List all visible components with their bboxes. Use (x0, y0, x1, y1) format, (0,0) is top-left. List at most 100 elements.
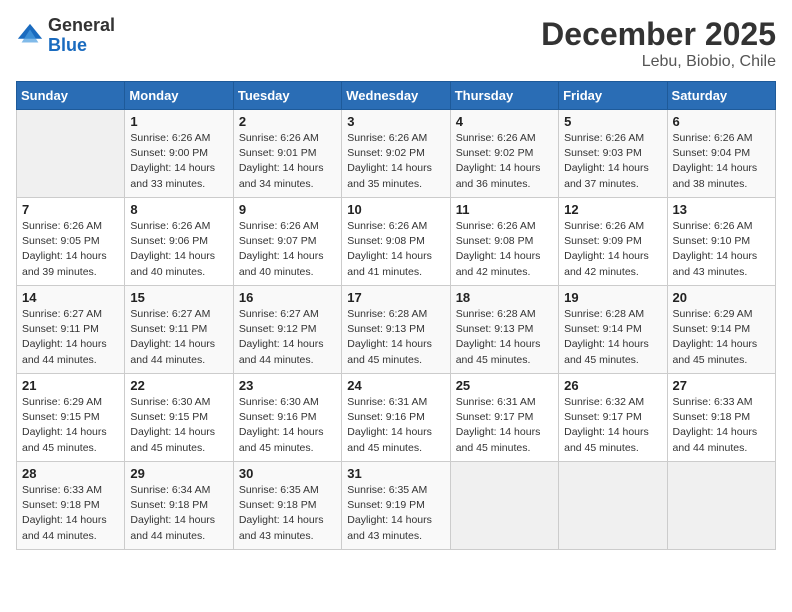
day-info: Sunrise: 6:31 AM Sunset: 9:16 PM Dayligh… (347, 395, 444, 456)
day-info: Sunrise: 6:27 AM Sunset: 9:12 PM Dayligh… (239, 307, 336, 368)
calendar-cell (667, 462, 775, 550)
day-number: 4 (456, 114, 553, 129)
calendar-cell: 19Sunrise: 6:28 AM Sunset: 9:14 PM Dayli… (559, 286, 667, 374)
day-info: Sunrise: 6:34 AM Sunset: 9:18 PM Dayligh… (130, 483, 227, 544)
day-number: 6 (673, 114, 770, 129)
calendar-week-row: 28 Sunrise: 6:33 AM Sunset: 9:18 PM Dayli… (17, 462, 776, 550)
day-header-friday: Friday (559, 82, 667, 110)
calendar-cell: 31 Sunrise: 6:35 AM Sunset: 9:19 PM Dayli… (342, 462, 450, 550)
day-info: Sunrise: 6:33 AM Sunset: 9:18 PM Dayligh… (22, 483, 119, 544)
day-info: Sunrise: 6:26 AM Sunset: 9:03 PM Dayligh… (564, 131, 661, 192)
day-info: Sunrise: 6:26 AM Sunset: 9:08 PM Dayligh… (347, 219, 444, 280)
calendar-cell: 17 Sunrise: 6:28 AM Sunset: 9:13 PM Dayli… (342, 286, 450, 374)
calendar-cell: 28 Sunrise: 6:33 AM Sunset: 9:18 PM Dayli… (17, 462, 125, 550)
day-info: Sunrise: 6:35 AM Sunset: 9:18 PM Dayligh… (239, 483, 336, 544)
day-info: Sunrise: 6:26 AM Sunset: 9:01 PM Dayligh… (239, 131, 336, 192)
calendar-cell: 22 Sunrise: 6:30 AM Sunset: 9:15 PM Dayli… (125, 374, 233, 462)
day-number: 22 (130, 378, 227, 393)
calendar-cell: 15 Sunrise: 6:27 AM Sunset: 9:11 PM Dayli… (125, 286, 233, 374)
calendar-cell (17, 110, 125, 198)
day-number: 11 (456, 202, 553, 217)
day-number: 10 (347, 202, 444, 217)
calendar-cell: 11Sunrise: 6:26 AM Sunset: 9:08 PM Dayli… (450, 198, 558, 286)
location: Lebu, Biobio, Chile (541, 53, 776, 71)
day-info: Sunrise: 6:30 AM Sunset: 9:15 PM Dayligh… (130, 395, 227, 456)
calendar-cell: 16 Sunrise: 6:27 AM Sunset: 9:12 PM Dayli… (233, 286, 341, 374)
day-info: Sunrise: 6:29 AM Sunset: 9:15 PM Dayligh… (22, 395, 119, 456)
day-info: Sunrise: 6:26 AM Sunset: 9:10 PM Dayligh… (673, 219, 770, 280)
day-number: 14 (22, 290, 119, 305)
day-number: 20 (673, 290, 770, 305)
calendar-cell: 21 Sunrise: 6:29 AM Sunset: 9:15 PM Dayli… (17, 374, 125, 462)
day-header-monday: Monday (125, 82, 233, 110)
calendar-cell: 20 Sunrise: 6:29 AM Sunset: 9:14 PM Dayli… (667, 286, 775, 374)
day-header-wednesday: Wednesday (342, 82, 450, 110)
day-info: Sunrise: 6:26 AM Sunset: 9:02 PM Dayligh… (347, 131, 444, 192)
day-info: Sunrise: 6:32 AM Sunset: 9:17 PM Dayligh… (564, 395, 661, 456)
day-number: 5 (564, 114, 661, 129)
calendar-cell: 29 Sunrise: 6:34 AM Sunset: 9:18 PM Dayli… (125, 462, 233, 550)
day-number: 2 (239, 114, 336, 129)
day-number: 25 (456, 378, 553, 393)
calendar-cell: 30 Sunrise: 6:35 AM Sunset: 9:18 PM Dayli… (233, 462, 341, 550)
day-number: 24 (347, 378, 444, 393)
logo: General Blue (16, 16, 115, 56)
day-info: Sunrise: 6:31 AM Sunset: 9:17 PM Dayligh… (456, 395, 553, 456)
calendar-week-row: 7Sunrise: 6:26 AM Sunset: 9:05 PM Daylig… (17, 198, 776, 286)
day-header-saturday: Saturday (667, 82, 775, 110)
calendar-cell: 10 Sunrise: 6:26 AM Sunset: 9:08 PM Dayli… (342, 198, 450, 286)
day-number: 12 (564, 202, 661, 217)
calendar-cell: 5 Sunrise: 6:26 AM Sunset: 9:03 PM Daylig… (559, 110, 667, 198)
logo-blue-text: Blue (48, 36, 115, 56)
calendar-cell: 13 Sunrise: 6:26 AM Sunset: 9:10 PM Dayli… (667, 198, 775, 286)
day-number: 26 (564, 378, 661, 393)
day-number: 21 (22, 378, 119, 393)
calendar-cell: 23 Sunrise: 6:30 AM Sunset: 9:16 PM Dayli… (233, 374, 341, 462)
day-number: 9 (239, 202, 336, 217)
day-info: Sunrise: 6:26 AM Sunset: 9:00 PM Dayligh… (130, 131, 227, 192)
title-area: December 2025 Lebu, Biobio, Chile (541, 16, 776, 71)
day-header-thursday: Thursday (450, 82, 558, 110)
day-header-sunday: Sunday (17, 82, 125, 110)
calendar-cell: 14 Sunrise: 6:27 AM Sunset: 9:11 PM Dayli… (17, 286, 125, 374)
day-info: Sunrise: 6:26 AM Sunset: 9:04 PM Dayligh… (673, 131, 770, 192)
day-number: 18 (456, 290, 553, 305)
day-info: Sunrise: 6:26 AM Sunset: 9:06 PM Dayligh… (130, 219, 227, 280)
day-number: 28 (22, 466, 119, 481)
calendar-week-row: 1 Sunrise: 6:26 AM Sunset: 9:00 PM Daylig… (17, 110, 776, 198)
day-number: 29 (130, 466, 227, 481)
calendar-cell: 18Sunrise: 6:28 AM Sunset: 9:13 PM Dayli… (450, 286, 558, 374)
calendar-header-row: SundayMondayTuesdayWednesdayThursdayFrid… (17, 82, 776, 110)
day-number: 16 (239, 290, 336, 305)
calendar-cell: 7Sunrise: 6:26 AM Sunset: 9:05 PM Daylig… (17, 198, 125, 286)
calendar-cell: 26 Sunrise: 6:32 AM Sunset: 9:17 PM Dayli… (559, 374, 667, 462)
day-number: 1 (130, 114, 227, 129)
day-number: 15 (130, 290, 227, 305)
day-info: Sunrise: 6:26 AM Sunset: 9:07 PM Dayligh… (239, 219, 336, 280)
day-number: 23 (239, 378, 336, 393)
calendar-cell: 6 Sunrise: 6:26 AM Sunset: 9:04 PM Daylig… (667, 110, 775, 198)
calendar-cell: 25 Sunrise: 6:31 AM Sunset: 9:17 PM Dayli… (450, 374, 558, 462)
day-header-tuesday: Tuesday (233, 82, 341, 110)
calendar-table: SundayMondayTuesdayWednesdayThursdayFrid… (16, 81, 776, 550)
day-number: 3 (347, 114, 444, 129)
calendar-cell: 24 Sunrise: 6:31 AM Sunset: 9:16 PM Dayli… (342, 374, 450, 462)
day-info: Sunrise: 6:27 AM Sunset: 9:11 PM Dayligh… (22, 307, 119, 368)
day-info: Sunrise: 6:30 AM Sunset: 9:16 PM Dayligh… (239, 395, 336, 456)
day-info: Sunrise: 6:28 AM Sunset: 9:13 PM Dayligh… (347, 307, 444, 368)
day-info: Sunrise: 6:26 AM Sunset: 9:09 PM Dayligh… (564, 219, 661, 280)
day-info: Sunrise: 6:33 AM Sunset: 9:18 PM Dayligh… (673, 395, 770, 456)
calendar-cell: 9 Sunrise: 6:26 AM Sunset: 9:07 PM Daylig… (233, 198, 341, 286)
day-number: 31 (347, 466, 444, 481)
logo-text: General Blue (48, 16, 115, 56)
calendar-week-row: 21 Sunrise: 6:29 AM Sunset: 9:15 PM Dayli… (17, 374, 776, 462)
day-info: Sunrise: 6:27 AM Sunset: 9:11 PM Dayligh… (130, 307, 227, 368)
day-number: 17 (347, 290, 444, 305)
day-info: Sunrise: 6:35 AM Sunset: 9:19 PM Dayligh… (347, 483, 444, 544)
calendar-cell: 3 Sunrise: 6:26 AM Sunset: 9:02 PM Daylig… (342, 110, 450, 198)
logo-general-text: General (48, 16, 115, 36)
day-number: 13 (673, 202, 770, 217)
calendar-cell: 2 Sunrise: 6:26 AM Sunset: 9:01 PM Daylig… (233, 110, 341, 198)
day-number: 30 (239, 466, 336, 481)
day-info: Sunrise: 6:29 AM Sunset: 9:14 PM Dayligh… (673, 307, 770, 368)
